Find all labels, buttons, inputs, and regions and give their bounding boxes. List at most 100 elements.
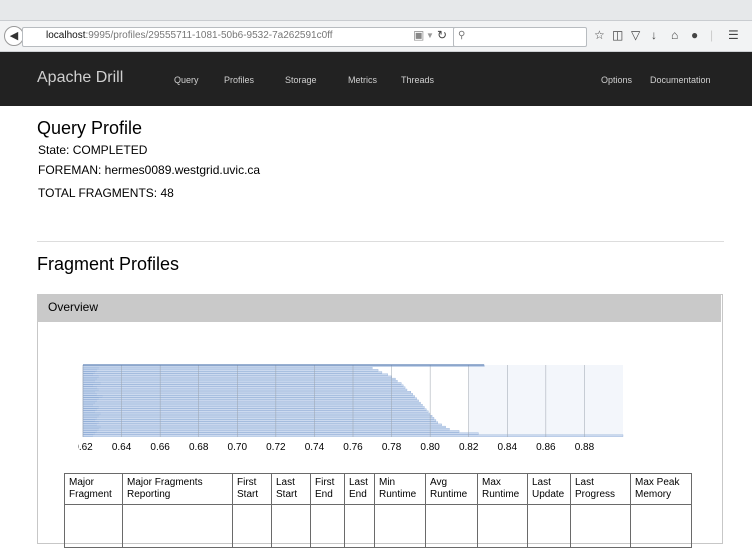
clipboard-icon[interactable]: ◫ — [612, 28, 623, 42]
menu-icon[interactable]: ☰ — [728, 28, 739, 42]
chart-bar — [82, 399, 419, 402]
chart-tick-label: 0.66 — [150, 442, 170, 453]
chat-icon[interactable]: ● — [691, 28, 698, 42]
nav-options[interactable]: Options — [601, 75, 632, 85]
overview-panel-header[interactable] — [37, 294, 721, 322]
chart-tick-label: 0.68 — [189, 442, 209, 453]
chart-tick-label: 0.62 — [78, 442, 93, 453]
column-header[interactable]: Major Fragment — [64, 473, 123, 505]
chart-bar — [82, 408, 427, 411]
download-icon[interactable]: ↓ — [651, 28, 657, 42]
table-cell — [425, 504, 478, 548]
chart-bar — [82, 384, 404, 387]
chart-bar — [82, 417, 435, 420]
table-cell — [122, 504, 233, 548]
table-cell — [64, 504, 123, 548]
chart-bar — [82, 410, 429, 413]
chart-tick-label: 0.70 — [228, 442, 248, 453]
chart-bar — [82, 371, 383, 374]
chart-bar — [82, 432, 479, 435]
column-header[interactable]: Last End — [344, 473, 375, 505]
overview-panel-title: Overview — [48, 300, 99, 314]
chart-bar — [82, 401, 421, 405]
chart-bar — [82, 393, 413, 396]
nav-metrics[interactable]: Metrics — [348, 75, 377, 85]
chart-tick-label: 0.84 — [498, 442, 518, 453]
column-header[interactable]: Max Runtime — [477, 473, 528, 505]
nav-documentation[interactable]: Documentation — [650, 75, 711, 85]
chart-bar — [82, 369, 379, 372]
brand-logo[interactable]: Apache Drill — [37, 69, 123, 87]
chart-tick-label: 0.78 — [382, 442, 402, 453]
chart-tick-label: 0.88 — [575, 442, 595, 453]
url-path: :9995/profiles/29555711-1081-50b6-9532-7… — [85, 30, 333, 41]
column-header[interactable]: Avg Runtime — [425, 473, 478, 505]
chart-bar — [82, 367, 373, 370]
chart-bar — [82, 412, 431, 415]
home-icon[interactable]: ⌂ — [671, 28, 678, 42]
url-host: localhost — [46, 30, 86, 41]
query-state: State: COMPLETED — [38, 143, 148, 157]
chart-tick-label: 0.82 — [459, 442, 479, 453]
column-header[interactable]: Min Runtime — [374, 473, 426, 505]
chart-bar — [82, 380, 398, 383]
table-cell — [570, 504, 631, 548]
address-url: localhost:9995/profiles/29555711-1081-50… — [46, 30, 333, 41]
column-header[interactable]: Last Start — [271, 473, 311, 505]
section-title: Fragment Profiles — [37, 254, 180, 274]
bookmark-star-icon[interactable]: ☆ — [594, 28, 605, 42]
dropdown-icon[interactable]: ▼ — [426, 31, 434, 40]
back-arrow-icon[interactable]: ◀ — [4, 26, 24, 46]
nav-storage[interactable]: Storage — [285, 75, 317, 85]
chart-bar — [82, 419, 437, 422]
chart-bar — [82, 386, 406, 389]
search-icon: ⚲ — [458, 30, 466, 41]
nav-query[interactable]: Query — [174, 75, 199, 85]
table-cell — [232, 504, 272, 548]
pocket-icon[interactable]: ▽ — [631, 28, 640, 42]
browser-tab-strip — [0, 0, 752, 21]
column-header[interactable]: Last Update — [527, 473, 571, 505]
column-header[interactable]: First Start — [232, 473, 272, 505]
chart-tick-label: 0.80 — [420, 442, 440, 453]
table-cell — [374, 504, 426, 548]
foreman-host: FOREMAN: hermes0089.westgrid.uvic.ca — [38, 163, 261, 177]
chart-bar — [82, 388, 408, 391]
search-box[interactable] — [453, 27, 587, 47]
table-cell — [310, 504, 345, 548]
major-fragments-table: Major Fragment Major Fragments Reporting F… — [64, 473, 692, 548]
table-cell — [477, 504, 528, 548]
reload-icon[interactable]: ↻ — [437, 28, 447, 42]
table-header-row: Major Fragment Major Fragments Reporting F… — [64, 473, 692, 505]
chart-bar — [82, 425, 446, 429]
table-cell — [344, 504, 375, 548]
column-header[interactable]: First End — [310, 473, 345, 505]
chart-bar — [82, 404, 423, 407]
chart-bar — [82, 397, 417, 400]
page-title: Query Profile — [37, 118, 143, 138]
chart-tick-label: 0.86 — [536, 442, 556, 453]
chart-bar — [82, 415, 433, 418]
section-divider — [37, 241, 724, 242]
column-header[interactable]: Major Fragments Reporting — [122, 473, 233, 505]
chart-bar — [82, 395, 415, 398]
reader-view-icon[interactable]: ▣ — [413, 28, 424, 42]
chart-bar — [82, 406, 425, 409]
chart-bar — [82, 373, 388, 376]
separator: | — [710, 28, 714, 42]
chart-tick-label: 0.64 — [112, 442, 132, 453]
chart-bar — [82, 423, 442, 426]
nav-profiles[interactable]: Profiles — [224, 75, 254, 85]
table-cell — [630, 504, 692, 548]
column-header[interactable]: Max Peak Memory — [630, 473, 692, 505]
chart-tick-label: 0.76 — [343, 442, 363, 453]
chart-tick-label: 0.74 — [305, 442, 325, 453]
chart-bar — [82, 430, 460, 433]
total-fragments: TOTAL FRAGMENTS: 48 — [38, 186, 174, 200]
table-cell — [271, 504, 311, 548]
table-cell — [527, 504, 571, 548]
chart-bar — [82, 377, 396, 381]
fragment-timeline-chart: 0.62 0.64 0.66 0.68 0.70 0.72 0.74 0.76 0.78 0.80… — [78, 364, 624, 453]
nav-threads[interactable]: Threads — [401, 75, 434, 85]
column-header[interactable]: Last Progress — [570, 473, 631, 505]
